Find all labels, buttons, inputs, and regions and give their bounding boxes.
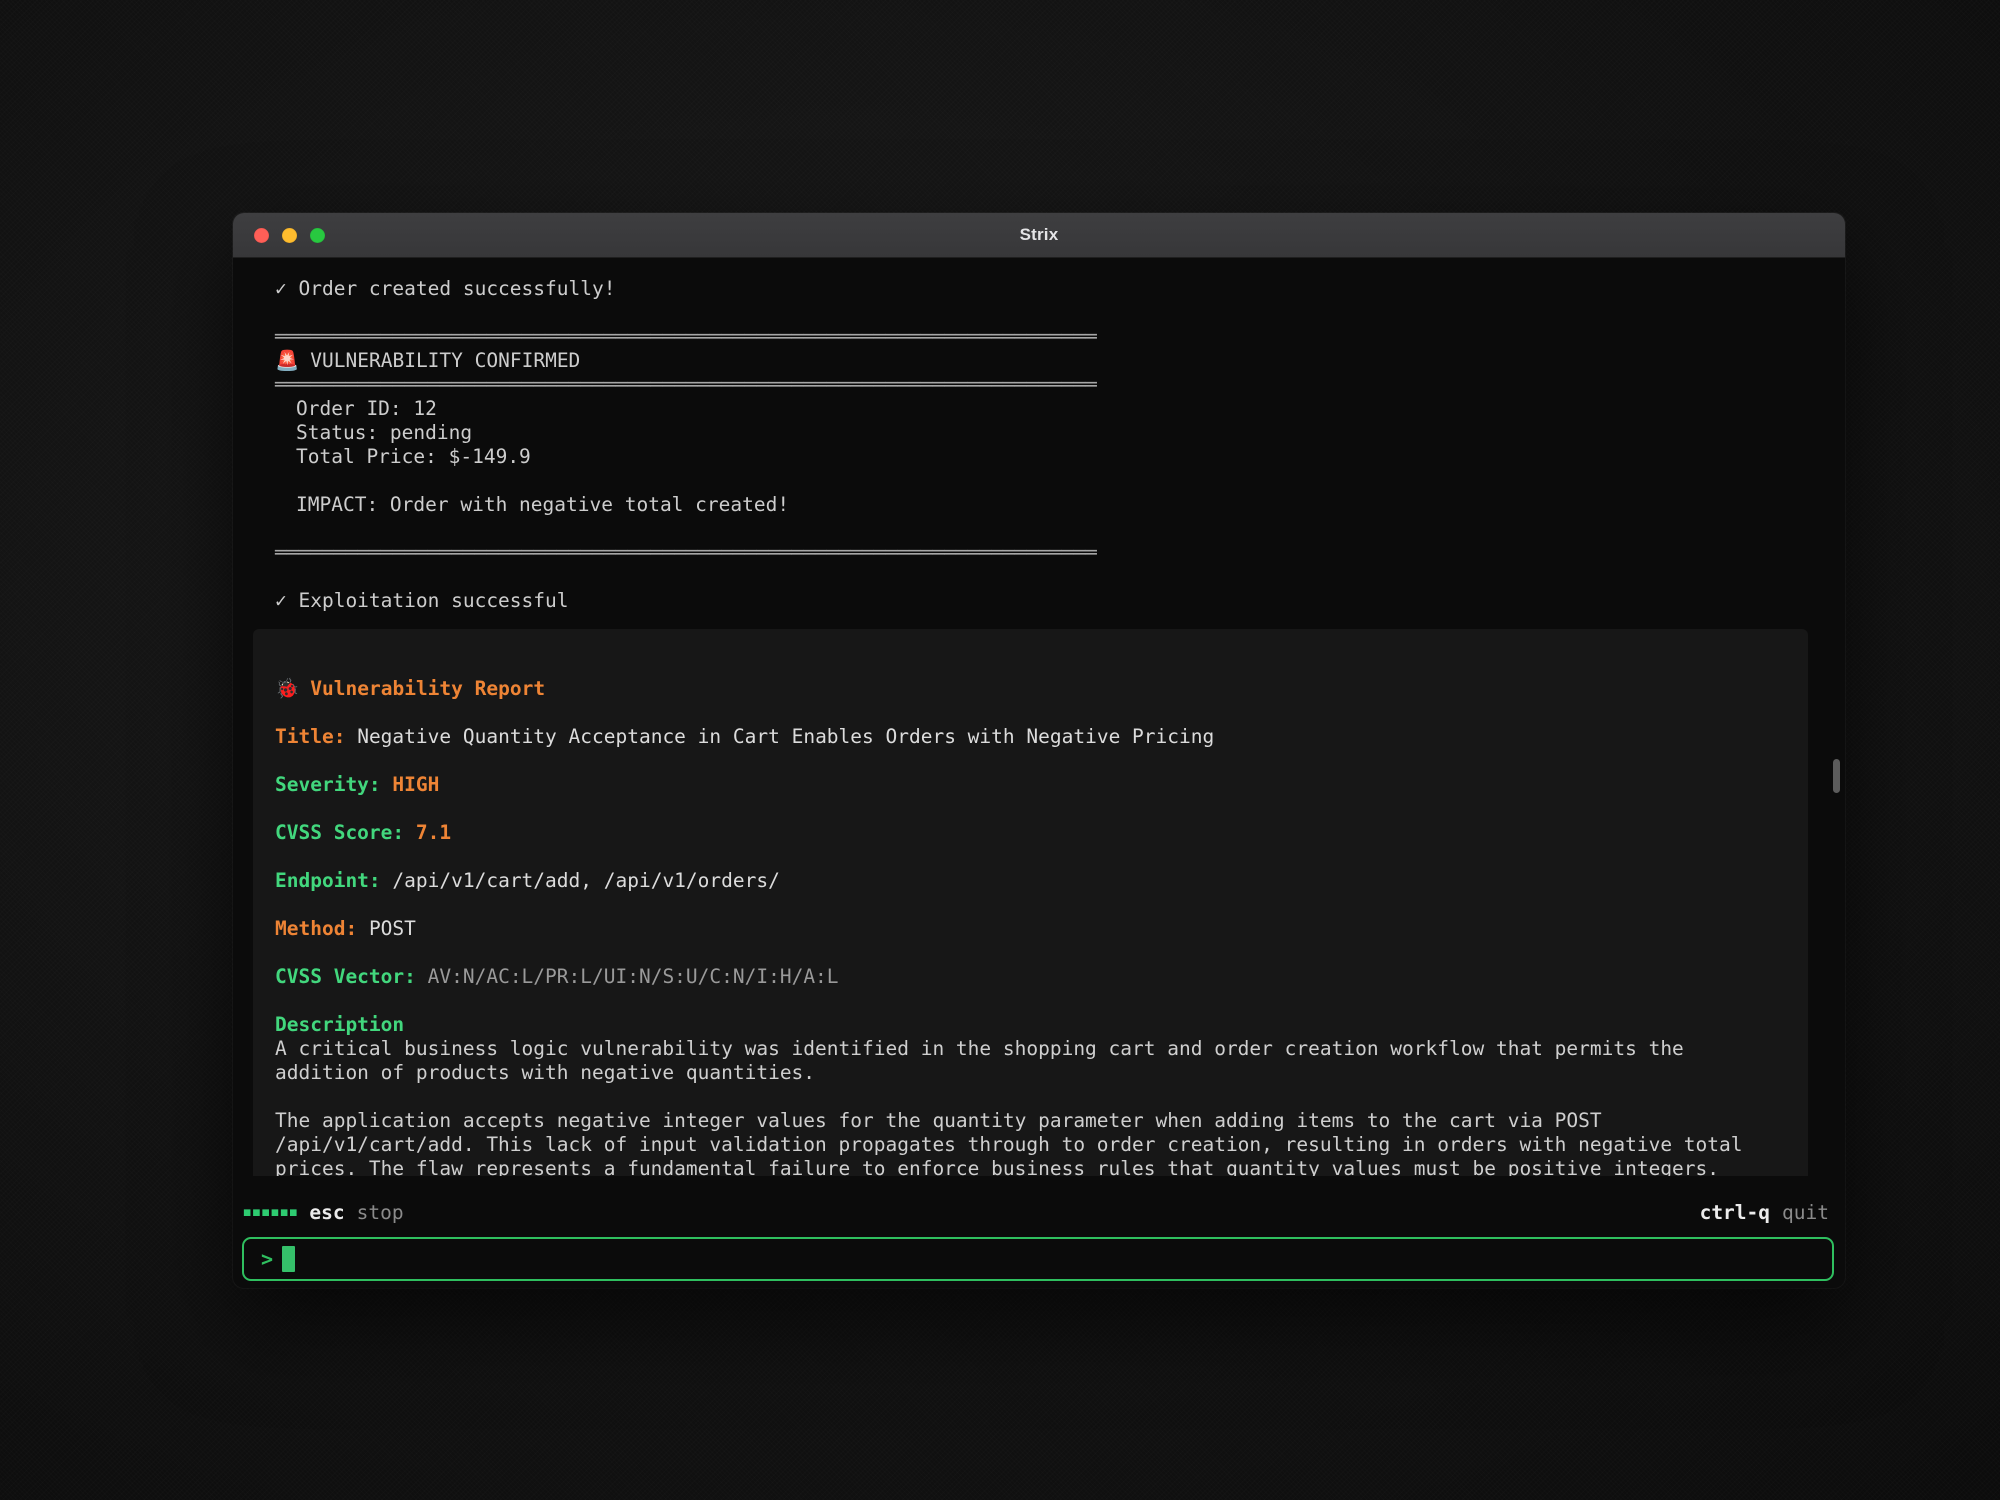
description-paragraph-2: The application accepts negative integer… <box>275 1109 1766 1176</box>
cvss-vector-label: CVSS Vector: <box>275 965 416 988</box>
report-vector-row: CVSS Vector: AV:N/AC:L/PR:L/UI:N/S:U/C:N… <box>275 965 1766 989</box>
strix-window: Strix ✓ Order created successfully! ════… <box>233 213 1845 1288</box>
blank-line <box>275 749 1766 773</box>
endpoint-label: Endpoint: <box>275 869 381 892</box>
vulnerability-confirmed-text: VULNERABILITY CONFIRMED <box>310 349 580 372</box>
exploitation-line: ✓ Exploitation successful <box>233 589 1845 613</box>
scrollbar-thumb[interactable] <box>1833 759 1840 793</box>
method-value: POST <box>369 917 416 940</box>
blank-line <box>275 893 1766 917</box>
method-label: Method: <box>275 917 357 940</box>
window-titlebar[interactable]: Strix <box>233 213 1845 258</box>
severity-label: Severity: <box>275 773 381 796</box>
cvss-score: 7.1 <box>416 821 451 844</box>
endpoint-value: /api/v1/cart/add, /api/v1/orders/ <box>392 869 779 892</box>
bug-icon: 🐞 <box>275 677 299 700</box>
blank-line <box>233 565 1845 589</box>
minimize-button[interactable] <box>282 228 297 243</box>
severity-badge: HIGH <box>392 773 439 796</box>
separator-line: ════════════════════════════════════════… <box>233 373 1845 397</box>
report-title-row: Title: Negative Quantity Acceptance in C… <box>275 725 1766 749</box>
order-status-line: Status: pending <box>233 421 1845 445</box>
order-id-line: Order ID: 12 <box>233 397 1845 421</box>
terminal-output: ✓ Order created successfully! ══════════… <box>233 258 1845 1176</box>
separator-line: ════════════════════════════════════════… <box>233 325 1845 349</box>
vulnerability-report-panel: 🐞 Vulnerability Report Title: Negative Qu… <box>253 629 1808 1176</box>
separator-line: ════════════════════════════════════════… <box>233 541 1845 565</box>
zoom-button[interactable] <box>310 228 325 243</box>
cvss-label: CVSS Score: <box>275 821 404 844</box>
blank-line <box>275 701 1766 725</box>
description-heading: Description <box>275 1013 1766 1037</box>
order-created-line: ✓ Order created successfully! <box>233 277 1845 301</box>
blank-line <box>233 469 1845 493</box>
total-price-line: Total Price: $-149.9 <box>233 445 1845 469</box>
esc-action-label: stop <box>357 1201 404 1224</box>
blank-line <box>233 301 1845 325</box>
blank-line <box>233 517 1845 541</box>
blank-line <box>275 1085 1766 1109</box>
report-cvss-row: CVSS Score: 7.1 <box>275 821 1766 845</box>
report-heading: 🐞 Vulnerability Report <box>275 677 1766 701</box>
command-input[interactable]: > <box>242 1237 1834 1281</box>
report-method-row: Method: POST <box>275 917 1766 941</box>
status-right: ctrl-q quit <box>1700 1201 1829 1224</box>
status-left: ▪▪▪▪▪▪ esc stop <box>242 1201 404 1224</box>
prompt-symbol: > <box>261 1247 273 1271</box>
esc-key-hint: esc <box>309 1201 344 1224</box>
description-paragraph-1: A critical business logic vulnerability … <box>275 1037 1766 1085</box>
report-severity-row: Severity: HIGH <box>275 773 1766 797</box>
report-heading-text: Vulnerability Report <box>310 677 545 700</box>
status-bar: ▪▪▪▪▪▪ esc stop ctrl-q quit <box>242 1198 1829 1226</box>
blank-line <box>275 797 1766 821</box>
blank-line <box>275 941 1766 965</box>
cvss-vector-value: AV:N/AC:L/PR:L/UI:N/S:U/C:N/I:H/A:L <box>428 965 839 988</box>
text-cursor <box>282 1246 295 1272</box>
blank-line <box>275 845 1766 869</box>
report-endpoint-row: Endpoint: /api/v1/cart/add, /api/v1/orde… <box>275 869 1766 893</box>
title-label: Title: <box>275 725 345 748</box>
quit-action-label: quit <box>1782 1201 1829 1224</box>
vulnerability-confirmed-line: 🚨 VULNERABILITY CONFIRMED <box>233 349 1845 373</box>
progress-spinner: ▪▪▪▪▪▪ <box>242 1202 297 1222</box>
alert-icon: 🚨 <box>275 349 299 372</box>
title-value: Negative Quantity Acceptance in Cart Ena… <box>357 725 1214 748</box>
quit-key-hint: ctrl-q <box>1700 1201 1770 1224</box>
blank-line <box>275 989 1766 1013</box>
impact-line: IMPACT: Order with negative total create… <box>233 493 1845 517</box>
close-button[interactable] <box>254 228 269 243</box>
traffic-lights <box>254 213 325 257</box>
window-title: Strix <box>1020 225 1059 245</box>
